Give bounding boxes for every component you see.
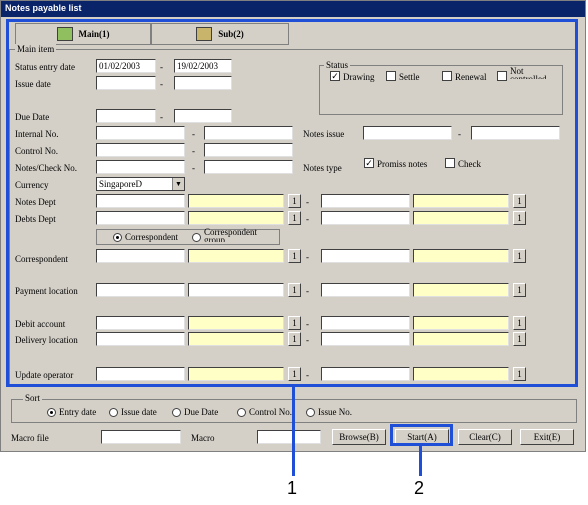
sort-issue-date-label: Issue date <box>121 407 157 417</box>
macro-file-input[interactable] <box>101 430 181 444</box>
main-tab-highlight <box>6 19 578 387</box>
sort-issue-date-radio[interactable] <box>109 408 118 417</box>
sort-entry-date-radio[interactable] <box>47 408 56 417</box>
macro-input[interactable] <box>257 430 321 444</box>
callout-number-2: 2 <box>414 478 425 498</box>
sort-control-no-radio[interactable] <box>237 408 246 417</box>
callout-line-2 <box>419 446 422 476</box>
browse-button[interactable]: Browse(B) <box>332 429 386 445</box>
macro-label: Macro <box>191 433 215 443</box>
callout-line-1 <box>292 387 295 476</box>
sort-issue-no-radio[interactable] <box>306 408 315 417</box>
clear-button[interactable]: Clear(C) <box>458 429 512 445</box>
macro-file-label: Macro file <box>11 433 49 443</box>
sort-control-no-label: Control No. <box>249 407 293 417</box>
sort-label: Sort <box>23 393 43 403</box>
window-title: Notes payable list <box>1 1 585 17</box>
sort-entry-date-label: Entry date <box>59 407 97 417</box>
sort-issue-no-label: Issue No. <box>318 407 352 417</box>
sort-due-date-radio[interactable] <box>172 408 181 417</box>
callout-number-1: 1 <box>287 478 298 498</box>
start-button-highlight <box>390 424 453 446</box>
sort-due-date-label: Due Date <box>184 407 219 417</box>
exit-button[interactable]: Exit(E) <box>520 429 574 445</box>
